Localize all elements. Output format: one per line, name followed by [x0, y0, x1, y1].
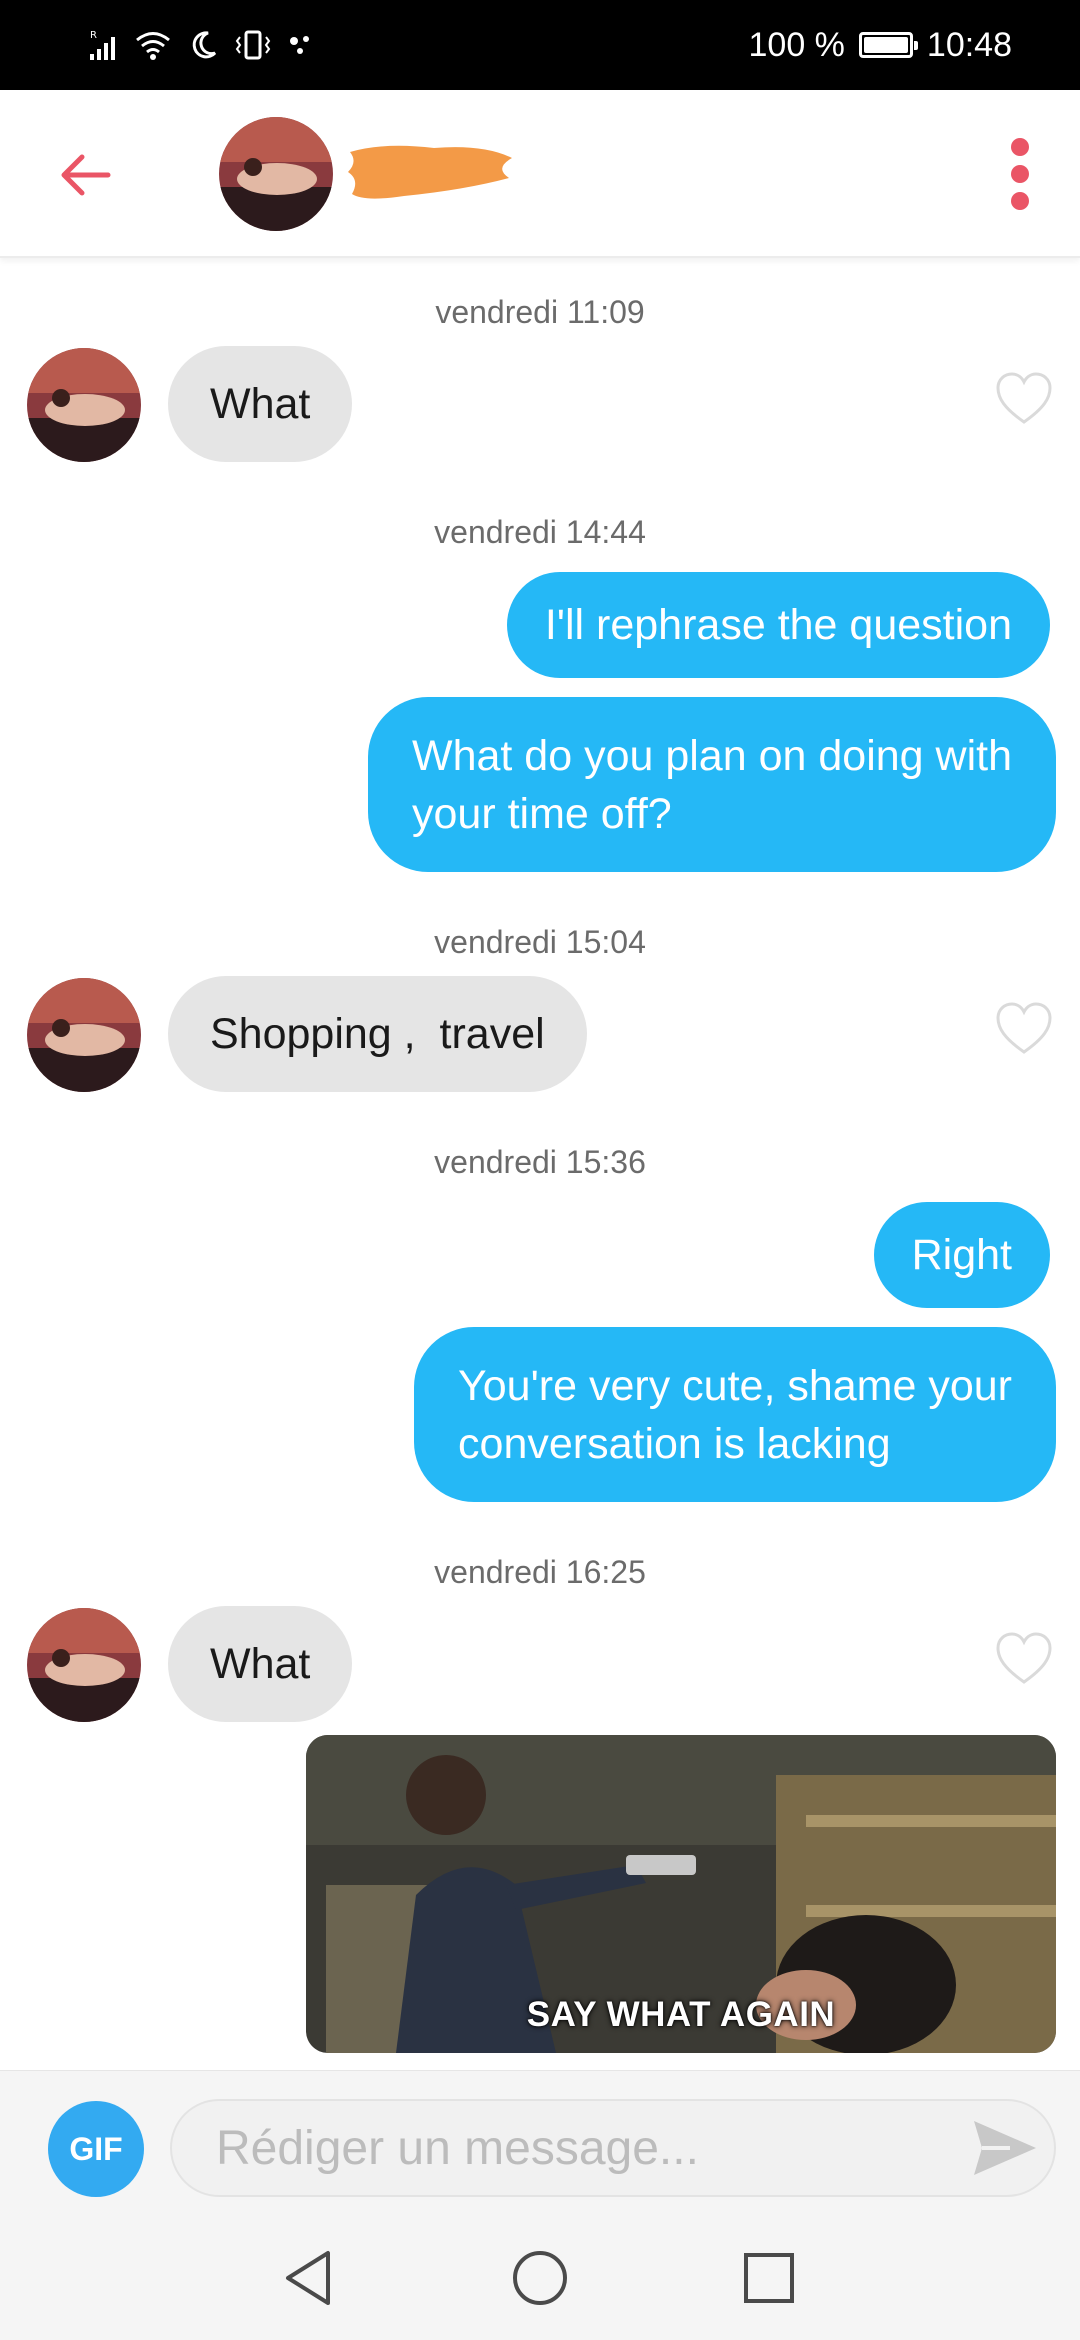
compose-bar: GIF	[0, 2070, 1080, 2215]
system-nav-bar	[0, 2215, 1080, 2340]
heart-icon[interactable]	[994, 1630, 1054, 1686]
battery-icon	[858, 32, 918, 58]
heart-icon[interactable]	[994, 1000, 1054, 1056]
status-bar: R 100 % 10:48	[0, 0, 1080, 90]
outgoing-message: I'll rephrase the question	[506, 572, 1050, 678]
timestamp: vendredi 15:04	[434, 924, 646, 960]
clock: 10:48	[926, 25, 1012, 64]
avatar[interactable]	[27, 348, 141, 462]
chat-header	[0, 90, 1080, 258]
message-text: Right	[911, 1231, 1012, 1279]
send-icon[interactable]	[970, 2115, 1040, 2181]
message-text: Shopping , travel	[210, 1010, 545, 1058]
message-input[interactable]	[216, 2101, 956, 2195]
message-input-container	[170, 2099, 1056, 2197]
gif-button-label: GIF	[69, 2130, 123, 2167]
gif-button[interactable]: GIF	[48, 2101, 144, 2197]
gif-message[interactable]: SAY WHAT AGAIN	[306, 1735, 1056, 2053]
incoming-message: What	[168, 346, 353, 462]
status-icons: R	[88, 22, 314, 68]
incoming-message: What	[168, 1606, 353, 1722]
heart-icon[interactable]	[994, 370, 1054, 426]
recents-square-icon[interactable]	[736, 2245, 802, 2311]
more-options-button[interactable]	[990, 132, 1050, 216]
dots-icon	[290, 36, 309, 54]
outgoing-message: Right	[873, 1202, 1050, 1308]
timestamp: vendredi 15:36	[434, 1144, 646, 1180]
message-text: What	[210, 1640, 311, 1688]
timestamp: vendredi 11:09	[435, 294, 645, 330]
gif-caption: SAY WHAT AGAIN	[526, 1995, 836, 2034]
message-text-line: your time off?	[411, 789, 672, 838]
back-button[interactable]	[50, 140, 120, 210]
match-avatar[interactable]	[219, 117, 333, 231]
status-right: 100 % 10:48	[749, 22, 1013, 68]
back-triangle-icon[interactable]	[276, 2245, 342, 2311]
outgoing-message: You're very cute, shame your conversatio…	[414, 1327, 1056, 1502]
message-text: I'll rephrase the question	[544, 601, 1012, 649]
avatar[interactable]	[27, 1608, 141, 1722]
arrow-left-icon	[61, 154, 111, 196]
message-text-line: You're very cute, shame your	[458, 1361, 1012, 1410]
vibrate-icon	[235, 30, 271, 60]
timestamp: vendredi 16:25	[434, 1554, 646, 1590]
message-text-line: What do you plan on doing with	[411, 731, 1012, 780]
redacted-name	[348, 145, 512, 199]
outgoing-message: What do you plan on doing with your time…	[367, 697, 1056, 872]
message-text-line: conversation is lacking	[458, 1419, 891, 1468]
more-vertical-icon	[1011, 138, 1029, 156]
wifi-icon	[136, 32, 170, 60]
svg-text:R: R	[90, 30, 97, 41]
message-text: What	[210, 380, 311, 428]
avatar[interactable]	[27, 978, 141, 1092]
timestamp: vendredi 14:44	[434, 514, 646, 550]
battery-percent: 100 %	[748, 25, 845, 64]
incoming-message: Shopping , travel	[168, 976, 587, 1092]
home-circle-icon[interactable]	[507, 2245, 573, 2311]
signal-icon: R	[90, 30, 115, 60]
moon-icon	[192, 31, 217, 59]
